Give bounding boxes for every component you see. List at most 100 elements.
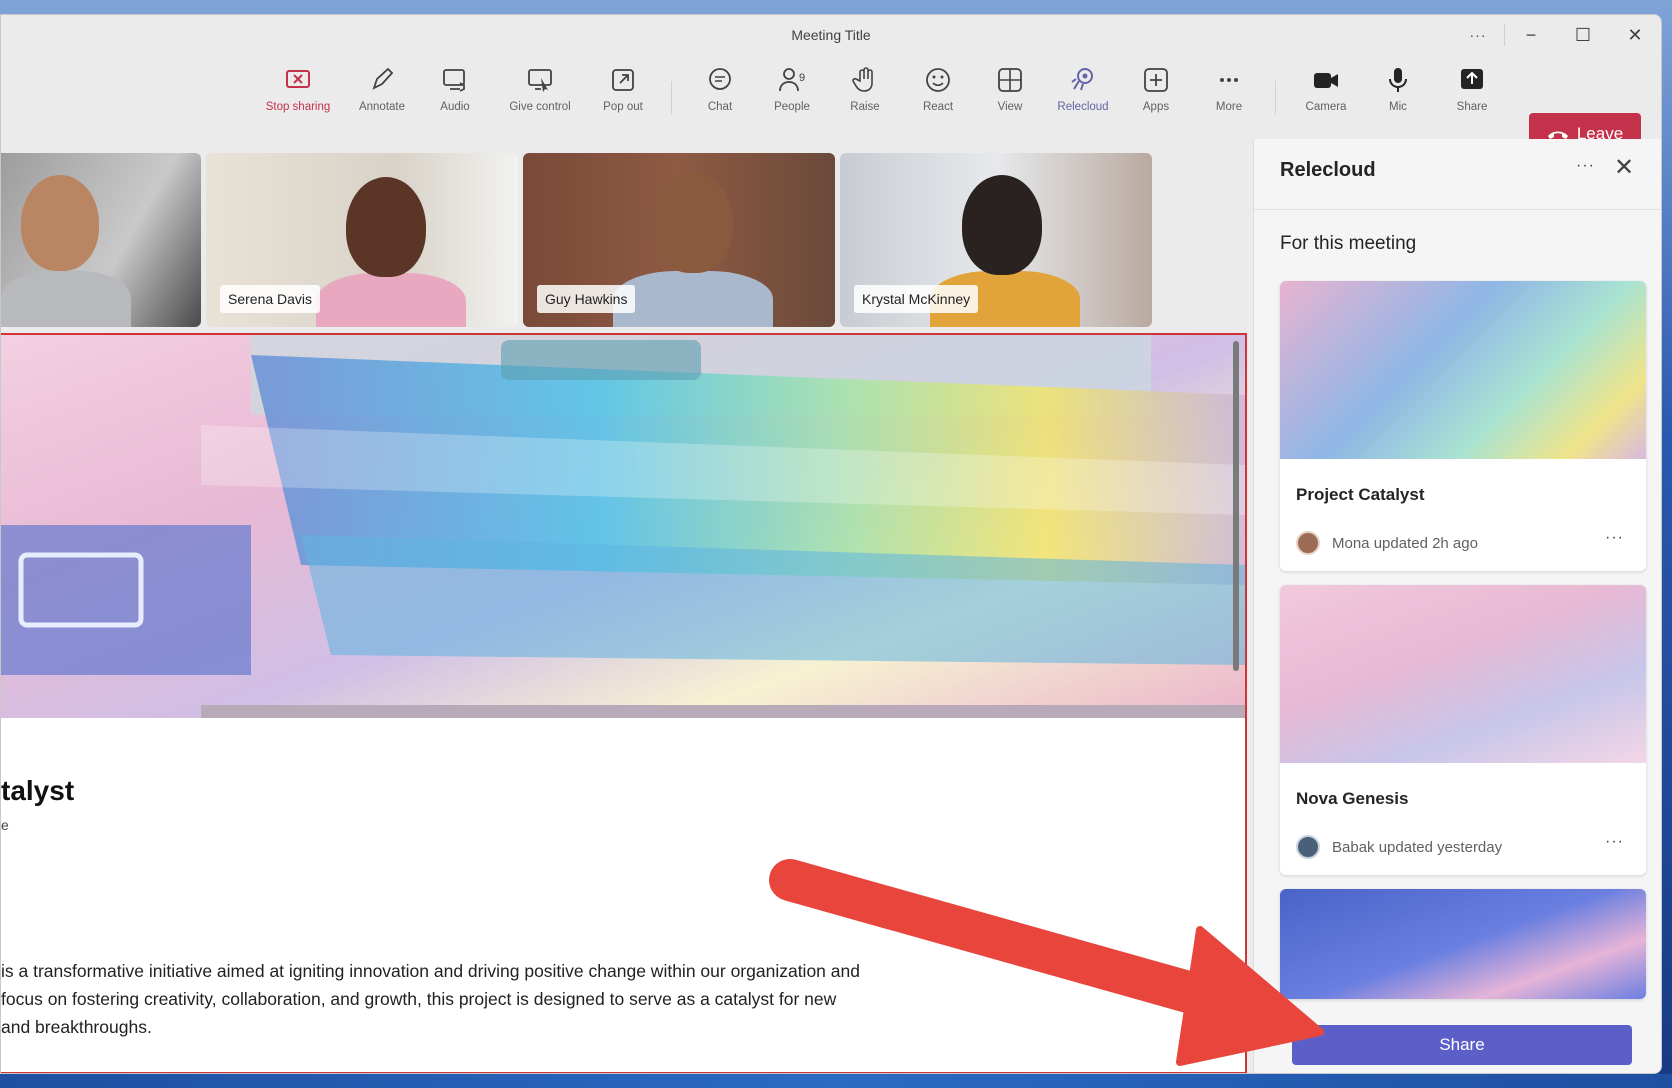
meeting-stage: Serena Davis Guy Hawkins Krystal McKinne… bbox=[1, 139, 1251, 1073]
apps-label: Apps bbox=[1142, 101, 1170, 113]
content-scrollbar[interactable] bbox=[1233, 341, 1239, 671]
project-card-image bbox=[1280, 889, 1646, 999]
raise-hand-button[interactable]: Raise bbox=[826, 65, 904, 125]
maximize-button[interactable]: ☐ bbox=[1557, 25, 1609, 46]
minimize-button[interactable]: − bbox=[1505, 25, 1557, 46]
annotate-label: Annotate bbox=[358, 101, 406, 113]
paragraph-line: is a transformative initiative aimed at … bbox=[1, 961, 860, 981]
react-button[interactable]: React bbox=[899, 65, 977, 125]
share-to-meeting-button[interactable]: Share bbox=[1292, 1025, 1632, 1065]
title-bar: Meeting Title ··· − ☐ ✕ bbox=[1, 15, 1661, 55]
chat-label: Chat bbox=[707, 101, 733, 113]
people-label: People bbox=[774, 101, 810, 113]
project-card-image bbox=[1280, 585, 1646, 763]
pop-out-label: Pop out bbox=[603, 101, 643, 113]
section-heading: For this meeting bbox=[1280, 233, 1417, 254]
participant-video bbox=[346, 177, 426, 277]
audio-label: Audio bbox=[440, 101, 470, 113]
relecloud-label: Relecloud bbox=[1057, 101, 1109, 113]
raise-hand-icon bbox=[852, 67, 873, 92]
participant-name-label: Guy Hawkins bbox=[537, 285, 636, 313]
close-window-button[interactable]: ✕ bbox=[1609, 25, 1661, 46]
card-more-button[interactable]: ··· bbox=[1605, 529, 1624, 547]
stop-sharing-button[interactable]: Stop sharing bbox=[259, 65, 337, 125]
panel-divider bbox=[1254, 209, 1661, 210]
participant-video bbox=[316, 273, 466, 327]
participant-video bbox=[21, 175, 99, 271]
audio-share-icon bbox=[443, 69, 465, 92]
add-apps-icon bbox=[1144, 68, 1168, 92]
toolbar-divider bbox=[1275, 81, 1276, 115]
meeting-toolbar: Stop sharing Annotate Audio Give control… bbox=[1, 55, 1661, 155]
pop-out-button[interactable]: Pop out bbox=[584, 65, 662, 125]
avatar bbox=[1296, 835, 1320, 859]
people-button[interactable]: 9 People bbox=[753, 65, 831, 125]
more-label: More bbox=[1215, 101, 1243, 113]
document-paragraph: is a transformative initiative aimed at … bbox=[1, 957, 1001, 1041]
participant-video bbox=[613, 271, 773, 327]
raise-label: Raise bbox=[850, 101, 880, 113]
share-toolbar-label: Share bbox=[1456, 101, 1488, 113]
annotate-button[interactable]: Annotate bbox=[343, 65, 421, 125]
teams-meeting-window: Meeting Title ··· − ☐ ✕ Stop sharing Ann… bbox=[0, 14, 1662, 1074]
card-more-button[interactable]: ··· bbox=[1605, 833, 1624, 851]
react-label: React bbox=[922, 101, 954, 113]
chat-icon bbox=[709, 68, 731, 90]
paragraph-line: focus on fostering creativity, collabora… bbox=[1, 989, 837, 1009]
participant-name-label: Serena Davis bbox=[220, 285, 321, 313]
apps-button[interactable]: Apps bbox=[1117, 65, 1195, 125]
project-card[interactable] bbox=[1280, 889, 1646, 999]
document-title: talyst bbox=[1, 775, 75, 806]
pop-out-icon bbox=[612, 69, 634, 91]
participant-tile-guy-hawkins[interactable]: Guy Hawkins bbox=[523, 153, 835, 327]
relecloud-side-panel: Relecloud ··· ✕ For this meeting Project… bbox=[1253, 139, 1661, 1073]
people-icon: 9 bbox=[779, 68, 805, 92]
toolbar-divider bbox=[671, 81, 672, 115]
participant-tile[interactable] bbox=[1, 153, 201, 327]
microphone-icon bbox=[1389, 68, 1407, 92]
participant-name-label: Krystal McKinney bbox=[854, 285, 979, 313]
share-tray-icon bbox=[1461, 69, 1483, 89]
relecloud-rocket-icon bbox=[1071, 68, 1093, 91]
participant-tile-serena-davis[interactable]: Serena Davis bbox=[206, 153, 518, 327]
participant-video bbox=[653, 173, 733, 273]
give-control-label: Give control bbox=[509, 101, 571, 113]
participant-video bbox=[1, 271, 131, 327]
view-label: View bbox=[997, 101, 1023, 113]
view-button[interactable]: View bbox=[971, 65, 1049, 125]
give-control-icon bbox=[528, 69, 552, 92]
shared-content-frame[interactable]: talyst e is a transformative initiative … bbox=[1, 333, 1247, 1073]
document-subtitle: e bbox=[1, 817, 9, 833]
participant-video bbox=[962, 175, 1042, 275]
project-card[interactable]: Project Catalyst Mona updated 2h ago ··· bbox=[1280, 281, 1646, 571]
taskbar-strip bbox=[0, 1074, 1672, 1088]
mic-label: Mic bbox=[1389, 101, 1407, 113]
project-card-meta: Mona updated 2h ago bbox=[1332, 535, 1478, 552]
panel-more-button[interactable]: ··· bbox=[1576, 157, 1595, 175]
smiley-icon bbox=[926, 68, 950, 92]
hero-image bbox=[1, 335, 1245, 718]
more-dots-icon bbox=[1220, 78, 1238, 82]
pen-icon bbox=[372, 67, 394, 90]
window-more-button[interactable]: ··· bbox=[1452, 27, 1504, 43]
stop-sharing-label: Stop sharing bbox=[265, 101, 331, 113]
panel-close-button[interactable]: ✕ bbox=[1614, 153, 1634, 182]
project-card-meta: Babak updated yesterday bbox=[1332, 839, 1503, 856]
panel-title: Relecloud bbox=[1280, 159, 1376, 181]
hero-graphic bbox=[1, 335, 1245, 718]
camera-icon bbox=[1314, 73, 1338, 88]
give-control-button[interactable]: Give control bbox=[501, 65, 579, 125]
camera-button[interactable]: Camera bbox=[1287, 65, 1365, 125]
people-count: 9 bbox=[799, 72, 805, 84]
paragraph-line: and breakthroughs. bbox=[1, 1017, 152, 1037]
relecloud-app-button[interactable]: Relecloud bbox=[1044, 65, 1122, 125]
participant-tile-krystal-mckinney[interactable]: Krystal McKinney bbox=[840, 153, 1152, 327]
audio-button[interactable]: Audio bbox=[416, 65, 494, 125]
mic-button[interactable]: Mic bbox=[1359, 65, 1437, 125]
meeting-title: Meeting Title bbox=[791, 27, 871, 43]
chat-button[interactable]: Chat bbox=[681, 65, 759, 125]
project-card[interactable]: Nova Genesis Babak updated yesterday ··· bbox=[1280, 585, 1646, 875]
share-toolbar-button[interactable]: Share bbox=[1433, 65, 1511, 125]
stop-sharing-icon bbox=[286, 70, 310, 88]
more-button[interactable]: More bbox=[1190, 65, 1268, 125]
